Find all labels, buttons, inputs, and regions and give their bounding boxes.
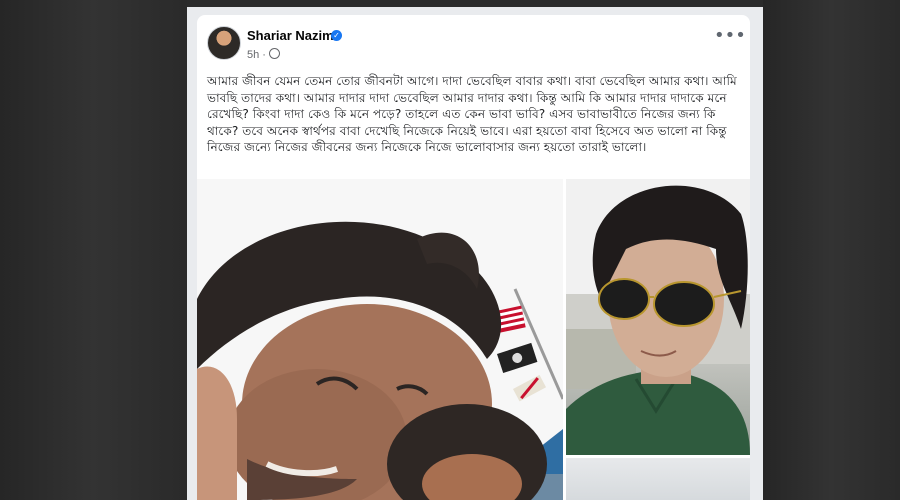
screenshot-frame: Shariar Nazim ✓ 5h · ••• আমার জীবন যেমন ত… — [187, 7, 763, 500]
more-options-icon[interactable]: ••• — [714, 27, 746, 47]
photo-right-illustration — [566, 179, 750, 455]
post-media-grid — [197, 179, 750, 500]
facebook-post-card: Shariar Nazim ✓ 5h · ••• আমার জীবন যেমন ত… — [197, 15, 750, 500]
background-right — [763, 0, 900, 500]
meta-separator: · — [262, 49, 266, 61]
post-meta: 5h · — [247, 48, 280, 61]
photo-left-illustration — [197, 179, 563, 500]
post-time[interactable]: 5h — [247, 49, 259, 61]
photo-boy-sunglasses[interactable] — [566, 179, 750, 455]
globe-icon[interactable] — [268, 48, 280, 59]
author-avatar[interactable] — [207, 26, 241, 60]
author-name[interactable]: Shariar Nazim — [247, 28, 334, 43]
photo-third-thumbnail[interactable] — [566, 458, 750, 500]
post-header: Shariar Nazim ✓ 5h · ••• — [197, 15, 750, 71]
photo-father-son-selfie[interactable] — [197, 179, 563, 500]
post-text: আমার জীবন যেমন তেমন তোর জীবনটা আগে। দাদা… — [207, 74, 737, 154]
verified-badge-icon: ✓ — [331, 30, 342, 41]
background-left — [0, 0, 187, 500]
